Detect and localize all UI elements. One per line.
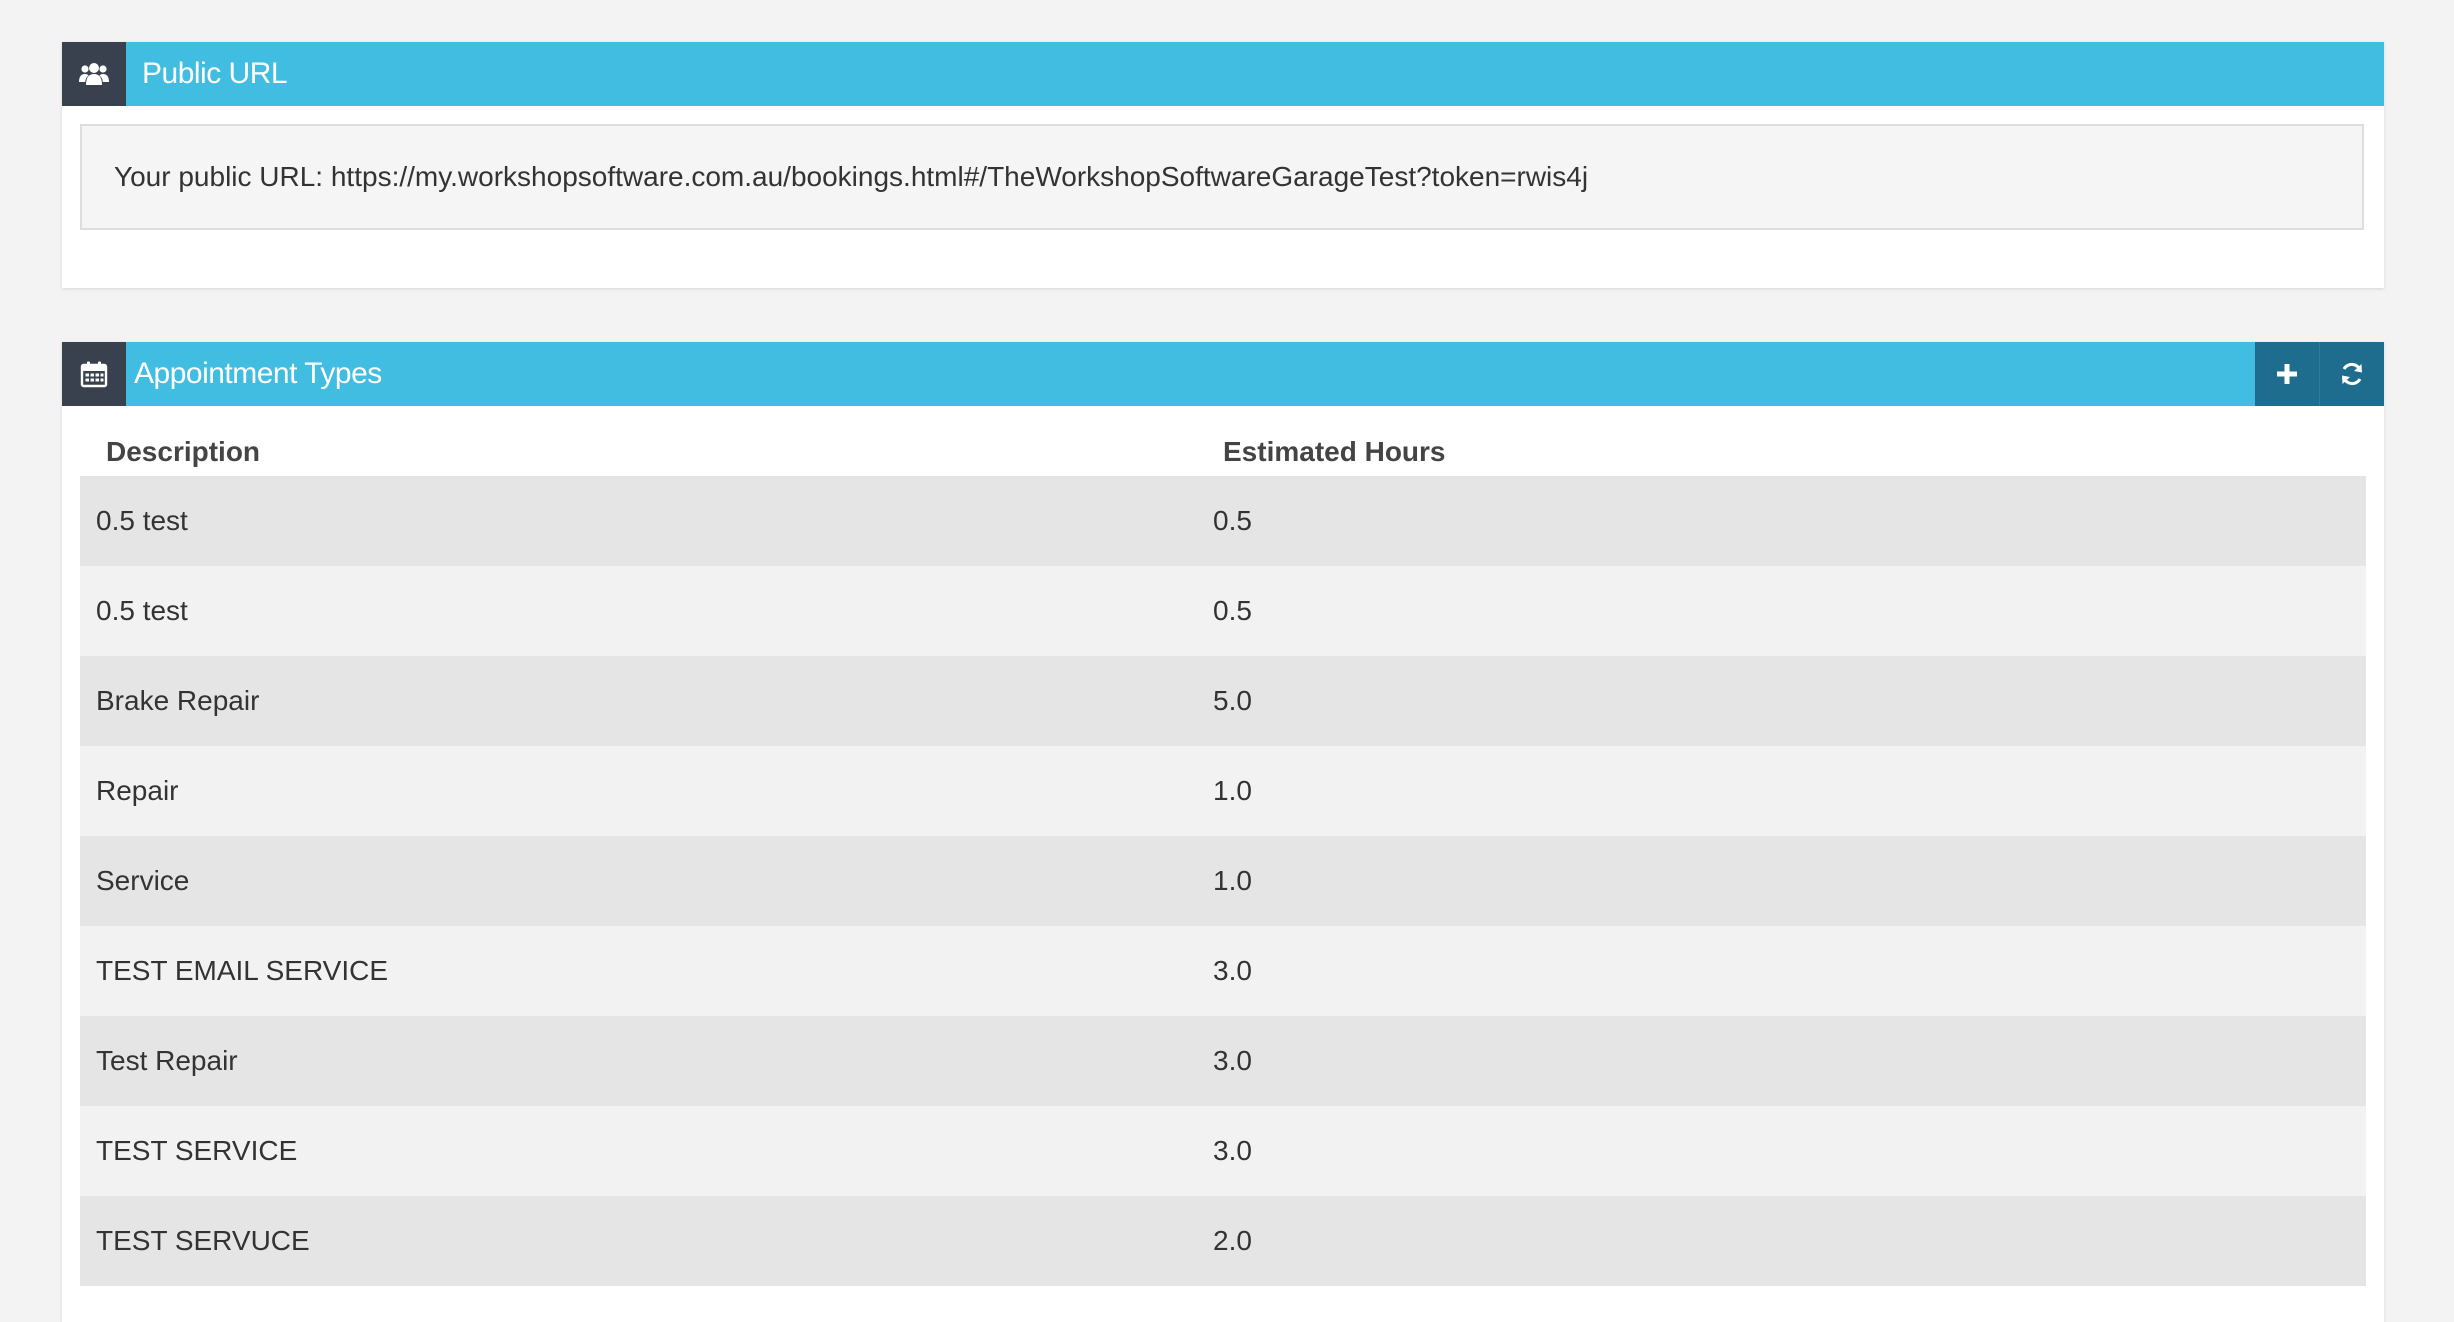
column-header-estimated-hours[interactable]: Estimated Hours: [1223, 436, 2366, 468]
users-icon: [62, 42, 126, 106]
panel-title: Appointment Types: [134, 357, 382, 390]
cell-description: TEST EMAIL SERVICE: [96, 955, 389, 986]
cell-estimated-hours: 1.0: [1213, 865, 1252, 896]
refresh-icon: [2342, 362, 2362, 386]
header-actions: [2255, 342, 2384, 406]
appointment-types-table: Description Estimated Hours 0.5 test 0.5…: [80, 428, 2366, 1286]
column-header-description[interactable]: Description: [80, 436, 1223, 468]
table-row[interactable]: Test Repair 3.0: [80, 1016, 2366, 1106]
table-row[interactable]: Brake Repair 5.0: [80, 656, 2366, 746]
cell-description: 0.5 test: [96, 505, 188, 536]
cell-description: 0.5 test: [96, 595, 188, 626]
table-row[interactable]: Repair 1.0: [80, 746, 2366, 836]
cell-estimated-hours: 0.5: [1213, 505, 1252, 536]
cell-description: TEST SERVUCE: [96, 1225, 310, 1256]
cell-description: Repair: [96, 775, 179, 806]
table-row[interactable]: 0.5 test 0.5: [80, 566, 2366, 656]
public-url-panel: Public URL Your public URL: https://my.w…: [62, 42, 2384, 288]
add-appointment-type-button[interactable]: [2255, 342, 2319, 406]
public-url-text[interactable]: Your public URL: https://my.workshopsoft…: [114, 161, 1588, 193]
cell-estimated-hours: 3.0: [1213, 955, 1252, 986]
plus-icon: [2277, 364, 2297, 384]
calendar-icon: [62, 342, 126, 406]
cell-description: Test Repair: [96, 1045, 238, 1076]
refresh-button[interactable]: [2319, 342, 2384, 406]
public-url-header: Public URL: [62, 42, 2384, 106]
cell-description: Service: [96, 865, 190, 896]
table-row[interactable]: 0.5 test 0.5: [80, 476, 2366, 566]
table-row[interactable]: TEST SERVICE 3.0: [80, 1106, 2366, 1196]
cell-description: Brake Repair: [96, 685, 260, 716]
table-body: 0.5 test 0.5 0.5 test 0.5 Brake Repair 5…: [80, 476, 2366, 1286]
cell-description: TEST SERVICE: [96, 1135, 298, 1166]
table-row[interactable]: Service 1.0: [80, 836, 2366, 926]
table-header-row: Description Estimated Hours: [80, 428, 2366, 476]
panel-title: Public URL: [142, 57, 288, 90]
public-url-box: Your public URL: https://my.workshopsoft…: [80, 124, 2364, 230]
cell-estimated-hours: 2.0: [1213, 1225, 1252, 1256]
table-row[interactable]: TEST SERVUCE 2.0: [80, 1196, 2366, 1286]
cell-estimated-hours: 5.0: [1213, 685, 1252, 716]
cell-estimated-hours: 0.5: [1213, 595, 1252, 626]
table-row[interactable]: TEST EMAIL SERVICE 3.0: [80, 926, 2366, 1016]
appointment-types-panel: Appointment Types Description Estimated …: [62, 342, 2384, 1322]
appointment-types-header: Appointment Types: [62, 342, 2384, 406]
cell-estimated-hours: 1.0: [1213, 775, 1252, 806]
cell-estimated-hours: 3.0: [1213, 1135, 1252, 1166]
cell-estimated-hours: 3.0: [1213, 1045, 1252, 1076]
